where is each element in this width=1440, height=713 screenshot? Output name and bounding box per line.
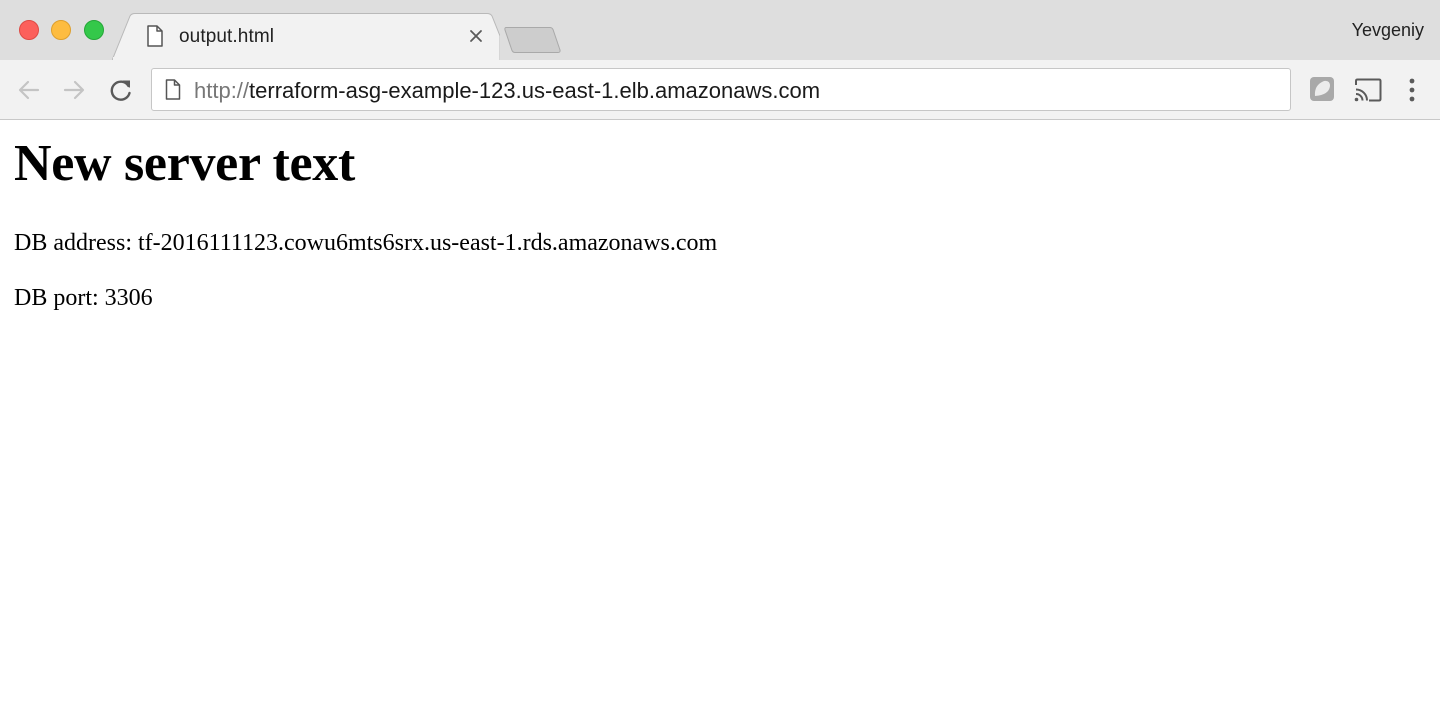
new-tab-button[interactable] (504, 26, 562, 54)
profile-name[interactable]: Yevgeniy (1352, 20, 1424, 41)
browser-toolbar: http://terraform-asg-example-123.us-east… (0, 60, 1440, 120)
url-scheme: http:// (194, 78, 250, 103)
window-zoom-button[interactable] (84, 20, 104, 40)
db-address-text: DB address: tf-2016111123.cowu6mts6srx.u… (14, 230, 718, 256)
browser-tab-strip: output.html Yevgeniy (0, 0, 1440, 61)
url-host: terraform-asg-example-123.us-east-1.elb.… (249, 78, 821, 103)
page-icon (165, 79, 181, 100)
back-arrow-icon[interactable] (16, 77, 42, 103)
extension-icon[interactable] (1309, 76, 1335, 102)
cast-icon[interactable] (1353, 77, 1383, 103)
page-content: New server text DB address: tf-201611112… (0, 121, 1440, 713)
reload-icon[interactable] (108, 77, 134, 103)
page-icon (147, 25, 163, 47)
address-bar[interactable]: http://terraform-asg-example-123.us-east… (151, 68, 1291, 111)
address-url: http://terraform-asg-example-123.us-east… (194, 78, 820, 104)
db-port-text: DB port: 3306 (14, 285, 153, 311)
forward-arrow-icon[interactable] (61, 77, 87, 103)
close-icon[interactable] (468, 28, 484, 44)
active-tab[interactable]: output.html (146, 24, 496, 52)
window-minimize-button[interactable] (51, 20, 71, 40)
page-heading: New server text (14, 135, 356, 192)
tab-title: output.html (179, 26, 275, 47)
kebab-menu-icon[interactable] (1405, 77, 1419, 103)
window-close-button[interactable] (19, 20, 39, 40)
